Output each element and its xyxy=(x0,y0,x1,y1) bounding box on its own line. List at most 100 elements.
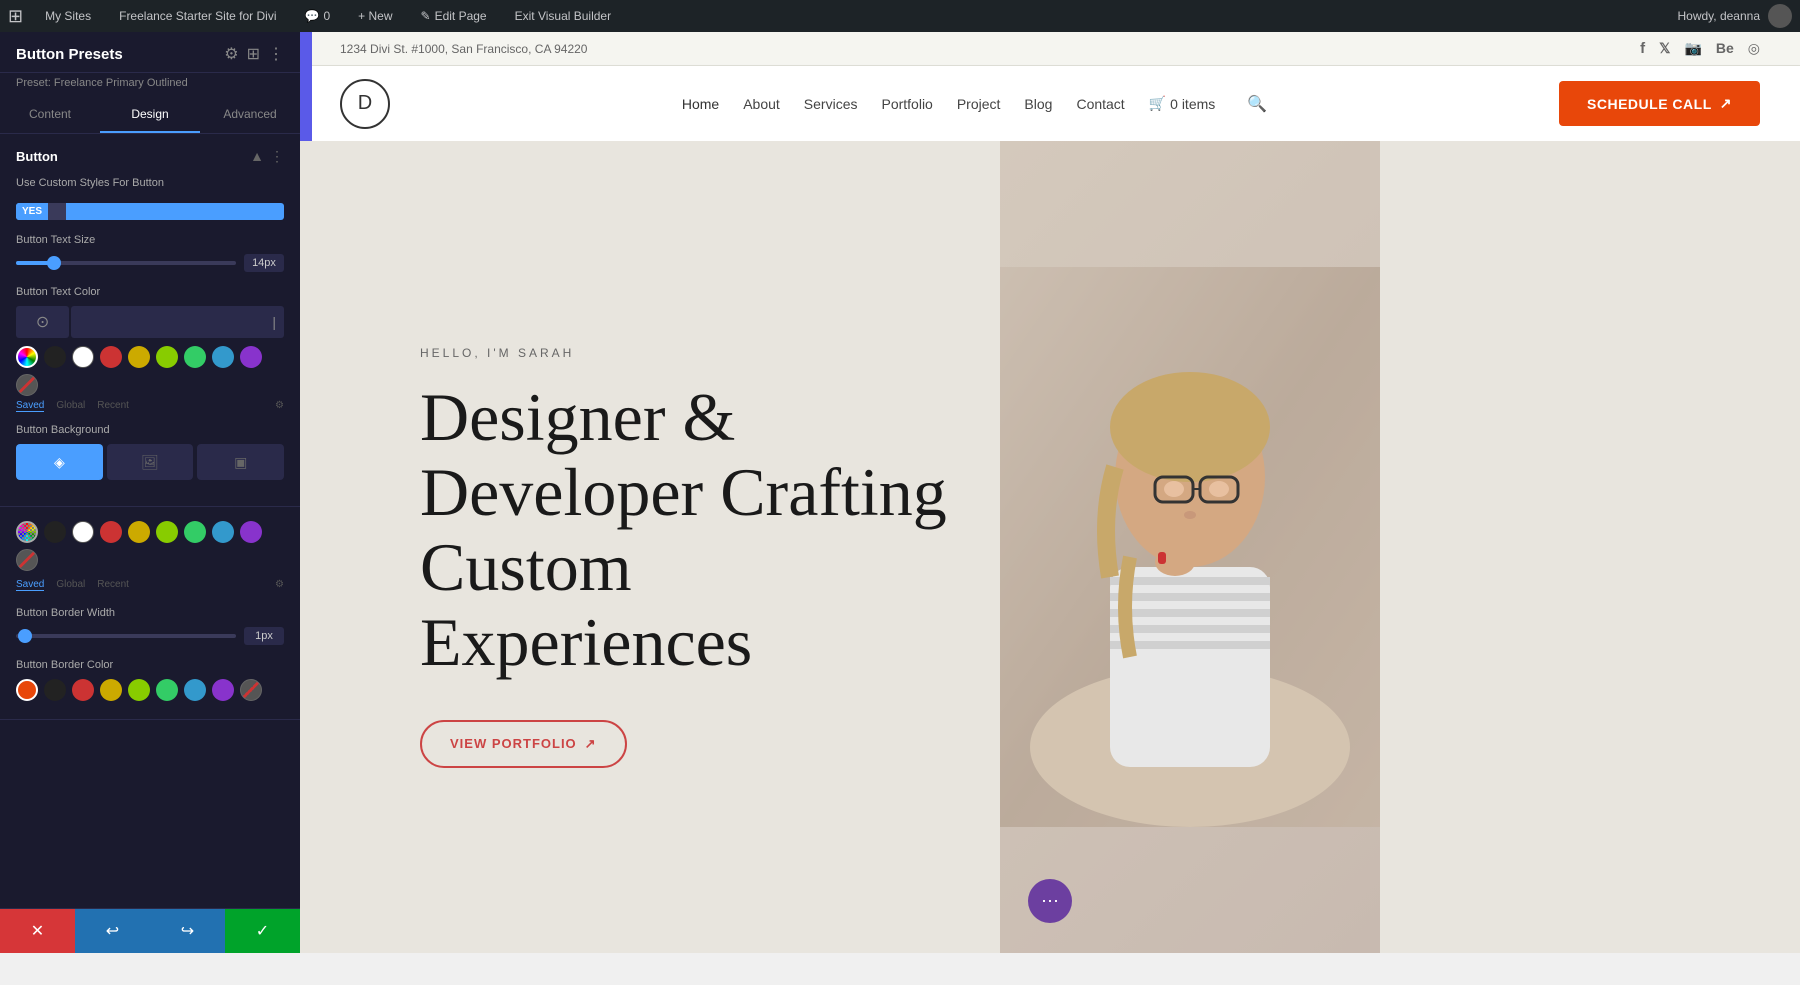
color-swatch-white[interactable] xyxy=(72,346,94,368)
redo-button[interactable]: ↪ xyxy=(150,909,225,953)
border-tab-recent[interactable]: Recent xyxy=(97,579,129,591)
comments-count: 0 xyxy=(323,9,330,23)
nav-about[interactable]: About xyxy=(743,96,780,112)
border-tab-saved[interactable]: Saved xyxy=(16,579,44,591)
border-width-value[interactable]: 1px xyxy=(244,627,284,645)
instagram-icon[interactable]: 📷 xyxy=(1684,40,1701,57)
border-color-green[interactable] xyxy=(156,679,178,701)
color-tab-global[interactable]: Global xyxy=(56,400,85,412)
border-color-edit[interactable] xyxy=(240,679,262,701)
tab-advanced[interactable]: Advanced xyxy=(200,97,300,133)
panel-settings-icon[interactable]: ⚙ xyxy=(224,44,238,64)
cancel-button[interactable]: ✕ xyxy=(0,909,75,953)
color-swatch-blue[interactable] xyxy=(212,346,234,368)
color-tab-recent[interactable]: Recent xyxy=(97,400,129,412)
border-width-row: Button Border Width 1px xyxy=(16,607,284,645)
floating-dots-button[interactable]: ⋯ xyxy=(1028,879,1072,923)
comment-icon: 💬 xyxy=(305,9,320,23)
border-swatch-blue[interactable] xyxy=(212,521,234,543)
exit-builder-item[interactable]: Exit Visual Builder xyxy=(509,0,618,32)
border-width-thumb[interactable] xyxy=(18,629,32,643)
view-portfolio-button[interactable]: VIEW PORTFOLIO ↗ xyxy=(420,720,627,768)
nav-portfolio[interactable]: Portfolio xyxy=(881,96,932,112)
border-width-track[interactable] xyxy=(16,634,236,638)
border-color-purple[interactable] xyxy=(212,679,234,701)
panel-more-icon[interactable]: ⋮ xyxy=(268,44,284,64)
nav-cart[interactable]: 🛒 0 items xyxy=(1149,95,1216,112)
color-swatch-black[interactable] xyxy=(44,346,66,368)
section-collapse-icon[interactable]: ▲ xyxy=(250,148,264,165)
nav-home[interactable]: Home xyxy=(682,96,719,112)
new-item[interactable]: + New xyxy=(352,0,398,32)
border-color-red[interactable] xyxy=(72,679,94,701)
edit-page-item[interactable]: ✎ Edit Page xyxy=(415,0,493,32)
section-more-icon[interactable]: ⋮ xyxy=(270,148,284,165)
nav-blog[interactable]: Blog xyxy=(1024,96,1052,112)
search-icon[interactable]: 🔍 xyxy=(1247,94,1267,114)
border-swatch-white[interactable] xyxy=(72,521,94,543)
comments-item[interactable]: 💬 0 xyxy=(299,0,337,32)
nav-contact[interactable]: Contact xyxy=(1076,96,1124,112)
border-color-tabs: Saved Global Recent ⚙ xyxy=(16,579,284,591)
user-avatar[interactable] xyxy=(1768,4,1792,28)
border-width-label: Button Border Width xyxy=(16,607,284,619)
my-sites-label: My Sites xyxy=(45,9,91,23)
save-button[interactable]: ✓ xyxy=(225,909,300,953)
behance-icon[interactable]: Be xyxy=(1716,40,1734,57)
bg-option-color[interactable]: ◈ xyxy=(16,444,103,480)
tab-design[interactable]: Design xyxy=(100,97,200,133)
site-name-item[interactable]: Freelance Starter Site for Divi xyxy=(113,0,282,32)
border-swatch-edit[interactable] xyxy=(16,549,38,571)
color-swatch-green[interactable] xyxy=(184,346,206,368)
view-portfolio-label: VIEW PORTFOLIO xyxy=(450,736,577,751)
border-settings-icon[interactable]: ⚙ xyxy=(275,579,284,591)
dribbble-icon[interactable]: ◎ xyxy=(1748,40,1760,57)
border-color-yellow[interactable] xyxy=(100,679,122,701)
color-tabs-row: Saved Global Recent ⚙ xyxy=(16,400,284,412)
border-swatch-green[interactable] xyxy=(184,521,206,543)
left-panel: Button Presets ⚙ ⊞ ⋮ Preset: Freelance P… xyxy=(0,32,300,953)
border-swatch-purple[interactable] xyxy=(240,521,262,543)
color-swatch-yellow[interactable] xyxy=(128,346,150,368)
text-size-value[interactable]: 14px xyxy=(244,254,284,272)
color-swatch-brush[interactable] xyxy=(16,346,38,368)
border-color-blue[interactable] xyxy=(184,679,206,701)
border-color-black[interactable] xyxy=(44,679,66,701)
panel-grid-icon[interactable]: ⊞ xyxy=(247,44,260,64)
text-size-thumb[interactable] xyxy=(47,256,61,270)
schedule-call-button[interactable]: SCHEDULE CALL ↗ xyxy=(1559,81,1760,126)
border-color-lime[interactable] xyxy=(128,679,150,701)
panel-title: Button Presets xyxy=(16,46,123,63)
color-input-box[interactable]: | xyxy=(71,306,284,338)
border-color-active[interactable] xyxy=(16,679,38,701)
bg-option-gradient[interactable]: ▣ xyxy=(197,444,284,480)
dots-icon: ⋯ xyxy=(1041,891,1059,912)
color-swatch-strikethrough[interactable] xyxy=(16,374,38,396)
bg-option-image[interactable]: 🖼 xyxy=(107,444,194,480)
my-sites-menu[interactable]: My Sites xyxy=(39,0,97,32)
color-settings-icon[interactable]: ⚙ xyxy=(275,400,284,412)
wp-logo-icon[interactable]: ⊞ xyxy=(8,6,23,27)
facebook-icon[interactable]: f xyxy=(1640,40,1645,57)
border-swatch-red[interactable] xyxy=(100,521,122,543)
site-logo[interactable]: D xyxy=(340,79,390,129)
border-tab-global[interactable]: Global xyxy=(56,579,85,591)
tab-content[interactable]: Content xyxy=(0,97,100,133)
custom-styles-toggle[interactable]: YES xyxy=(16,203,284,220)
text-size-track[interactable] xyxy=(16,261,236,265)
color-swatch-yellow-green[interactable] xyxy=(156,346,178,368)
nav-project[interactable]: Project xyxy=(957,96,1001,112)
undo-button[interactable]: ↩ xyxy=(75,909,150,953)
color-swatch-grid xyxy=(16,346,284,396)
color-swatch-red[interactable] xyxy=(100,346,122,368)
border-swatch-lime[interactable] xyxy=(156,521,178,543)
twitter-x-icon[interactable]: 𝕏 xyxy=(1659,40,1670,57)
nav-services[interactable]: Services xyxy=(804,96,858,112)
color-swatch-purple[interactable] xyxy=(240,346,262,368)
border-swatch-yellow[interactable] xyxy=(128,521,150,543)
border-swatch-active[interactable] xyxy=(16,521,38,543)
color-eyedropper-box[interactable]: ⊙ xyxy=(16,306,69,338)
section-icons: ▲ ⋮ xyxy=(250,148,284,165)
color-tab-saved[interactable]: Saved xyxy=(16,400,44,412)
border-swatch-black[interactable] xyxy=(44,521,66,543)
